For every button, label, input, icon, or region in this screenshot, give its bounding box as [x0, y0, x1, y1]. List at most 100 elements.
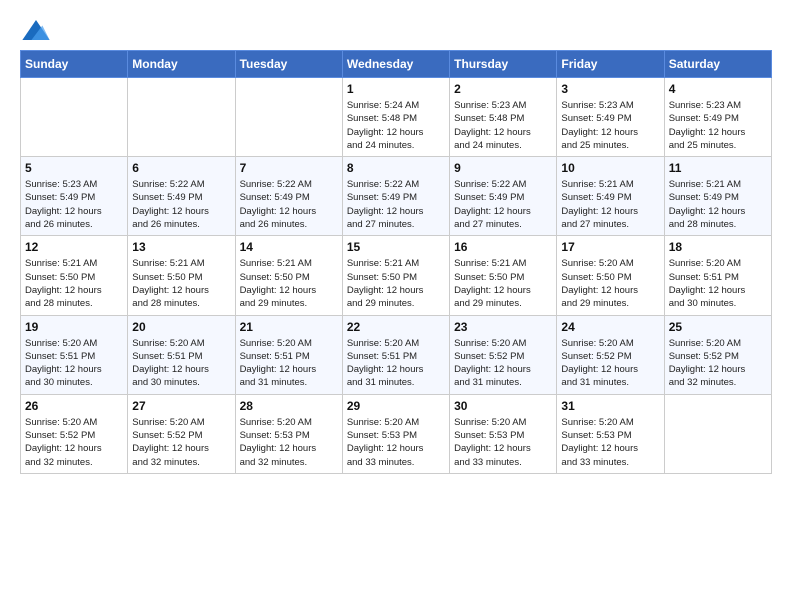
calendar-cell: 15Sunrise: 5:21 AM Sunset: 5:50 PM Dayli… [342, 236, 449, 315]
calendar-cell: 6 Sunrise: 5:22 AM Sunset: 5:49 PM Daylig… [128, 157, 235, 236]
day-info: Sunrise: 5:23 AM Sunset: 5:48 PM Dayligh… [454, 99, 552, 152]
calendar-cell: 27 Sunrise: 5:20 AM Sunset: 5:52 PM Dayli… [128, 394, 235, 473]
calendar-cell [21, 78, 128, 157]
day-number: 23 [454, 320, 552, 334]
calendar-cell: 7 Sunrise: 5:22 AM Sunset: 5:49 PM Daylig… [235, 157, 342, 236]
day-number: 10 [561, 161, 659, 175]
day-info: Sunrise: 5:22 AM Sunset: 5:49 PM Dayligh… [347, 178, 445, 231]
day-number: 16 [454, 240, 552, 254]
calendar-cell: 26Sunrise: 5:20 AM Sunset: 5:52 PM Dayli… [21, 394, 128, 473]
day-info: Sunrise: 5:20 AM Sunset: 5:53 PM Dayligh… [561, 416, 659, 469]
day-info: Sunrise: 5:21 AM Sunset: 5:49 PM Dayligh… [669, 178, 767, 231]
calendar-cell: 11Sunrise: 5:21 AM Sunset: 5:49 PM Dayli… [664, 157, 771, 236]
day-number: 7 [240, 161, 338, 175]
calendar-cell: 30Sunrise: 5:20 AM Sunset: 5:53 PM Dayli… [450, 394, 557, 473]
calendar-cell: 17 Sunrise: 5:20 AM Sunset: 5:50 PM Dayli… [557, 236, 664, 315]
calendar-cell [128, 78, 235, 157]
calendar-header-row: SundayMondayTuesdayWednesdayThursdayFrid… [21, 51, 772, 78]
calendar-cell: 29 Sunrise: 5:20 AM Sunset: 5:53 PM Dayli… [342, 394, 449, 473]
day-number: 3 [561, 82, 659, 96]
calendar-cell: 16Sunrise: 5:21 AM Sunset: 5:50 PM Dayli… [450, 236, 557, 315]
calendar-cell: 1 Sunrise: 5:24 AM Sunset: 5:48 PM Daylig… [342, 78, 449, 157]
day-number: 2 [454, 82, 552, 96]
calendar-cell: 13 Sunrise: 5:21 AM Sunset: 5:50 PM Dayli… [128, 236, 235, 315]
calendar-cell: 5Sunrise: 5:23 AM Sunset: 5:49 PM Daylig… [21, 157, 128, 236]
calendar-cell: 22 Sunrise: 5:20 AM Sunset: 5:51 PM Dayli… [342, 315, 449, 394]
day-number: 13 [132, 240, 230, 254]
day-info: Sunrise: 5:20 AM Sunset: 5:52 PM Dayligh… [561, 337, 659, 390]
logo-icon [22, 20, 50, 40]
calendar-cell: 10 Sunrise: 5:21 AM Sunset: 5:49 PM Dayli… [557, 157, 664, 236]
weekday-header: Monday [128, 51, 235, 78]
day-info: Sunrise: 5:20 AM Sunset: 5:53 PM Dayligh… [454, 416, 552, 469]
calendar-cell [235, 78, 342, 157]
day-info: Sunrise: 5:20 AM Sunset: 5:51 PM Dayligh… [132, 337, 230, 390]
calendar-cell: 8Sunrise: 5:22 AM Sunset: 5:49 PM Daylig… [342, 157, 449, 236]
calendar-cell: 18Sunrise: 5:20 AM Sunset: 5:51 PM Dayli… [664, 236, 771, 315]
logo [20, 20, 50, 40]
day-number: 24 [561, 320, 659, 334]
calendar-week-row: 1 Sunrise: 5:24 AM Sunset: 5:48 PM Daylig… [21, 78, 772, 157]
day-number: 9 [454, 161, 552, 175]
day-info: Sunrise: 5:20 AM Sunset: 5:50 PM Dayligh… [561, 257, 659, 310]
calendar-cell: 21Sunrise: 5:20 AM Sunset: 5:51 PM Dayli… [235, 315, 342, 394]
day-info: Sunrise: 5:20 AM Sunset: 5:52 PM Dayligh… [132, 416, 230, 469]
day-info: Sunrise: 5:20 AM Sunset: 5:52 PM Dayligh… [25, 416, 123, 469]
header [20, 20, 772, 40]
calendar-week-row: 12 Sunrise: 5:21 AM Sunset: 5:50 PM Dayli… [21, 236, 772, 315]
day-info: Sunrise: 5:20 AM Sunset: 5:51 PM Dayligh… [240, 337, 338, 390]
day-info: Sunrise: 5:23 AM Sunset: 5:49 PM Dayligh… [669, 99, 767, 152]
day-number: 1 [347, 82, 445, 96]
weekday-header: Thursday [450, 51, 557, 78]
day-info: Sunrise: 5:22 AM Sunset: 5:49 PM Dayligh… [132, 178, 230, 231]
day-number: 28 [240, 399, 338, 413]
weekday-header: Saturday [664, 51, 771, 78]
calendar-cell: 2 Sunrise: 5:23 AM Sunset: 5:48 PM Daylig… [450, 78, 557, 157]
calendar-cell: 23 Sunrise: 5:20 AM Sunset: 5:52 PM Dayli… [450, 315, 557, 394]
day-info: Sunrise: 5:20 AM Sunset: 5:51 PM Dayligh… [347, 337, 445, 390]
day-number: 14 [240, 240, 338, 254]
day-info: Sunrise: 5:24 AM Sunset: 5:48 PM Dayligh… [347, 99, 445, 152]
weekday-header: Sunday [21, 51, 128, 78]
day-info: Sunrise: 5:21 AM Sunset: 5:50 PM Dayligh… [132, 257, 230, 310]
day-number: 22 [347, 320, 445, 334]
calendar-cell: 25 Sunrise: 5:20 AM Sunset: 5:52 PM Dayli… [664, 315, 771, 394]
calendar-week-row: 19 Sunrise: 5:20 AM Sunset: 5:51 PM Dayli… [21, 315, 772, 394]
weekday-header: Friday [557, 51, 664, 78]
day-number: 31 [561, 399, 659, 413]
calendar-cell: 24 Sunrise: 5:20 AM Sunset: 5:52 PM Dayli… [557, 315, 664, 394]
calendar-cell: 28Sunrise: 5:20 AM Sunset: 5:53 PM Dayli… [235, 394, 342, 473]
day-info: Sunrise: 5:20 AM Sunset: 5:51 PM Dayligh… [25, 337, 123, 390]
calendar-cell: 19 Sunrise: 5:20 AM Sunset: 5:51 PM Dayli… [21, 315, 128, 394]
weekday-header: Tuesday [235, 51, 342, 78]
day-number: 20 [132, 320, 230, 334]
calendar-cell: 31 Sunrise: 5:20 AM Sunset: 5:53 PM Dayli… [557, 394, 664, 473]
day-info: Sunrise: 5:21 AM Sunset: 5:50 PM Dayligh… [240, 257, 338, 310]
calendar-cell: 3 Sunrise: 5:23 AM Sunset: 5:49 PM Daylig… [557, 78, 664, 157]
calendar-cell [664, 394, 771, 473]
day-info: Sunrise: 5:20 AM Sunset: 5:52 PM Dayligh… [669, 337, 767, 390]
day-number: 19 [25, 320, 123, 334]
day-info: Sunrise: 5:20 AM Sunset: 5:52 PM Dayligh… [454, 337, 552, 390]
calendar-cell: 14 Sunrise: 5:21 AM Sunset: 5:50 PM Dayli… [235, 236, 342, 315]
day-info: Sunrise: 5:23 AM Sunset: 5:49 PM Dayligh… [25, 178, 123, 231]
day-number: 18 [669, 240, 767, 254]
day-info: Sunrise: 5:23 AM Sunset: 5:49 PM Dayligh… [561, 99, 659, 152]
calendar-cell: 4Sunrise: 5:23 AM Sunset: 5:49 PM Daylig… [664, 78, 771, 157]
day-number: 29 [347, 399, 445, 413]
day-info: Sunrise: 5:22 AM Sunset: 5:49 PM Dayligh… [454, 178, 552, 231]
weekday-header: Wednesday [342, 51, 449, 78]
day-number: 6 [132, 161, 230, 175]
calendar-week-row: 26Sunrise: 5:20 AM Sunset: 5:52 PM Dayli… [21, 394, 772, 473]
day-number: 17 [561, 240, 659, 254]
calendar-cell: 20 Sunrise: 5:20 AM Sunset: 5:51 PM Dayli… [128, 315, 235, 394]
day-number: 15 [347, 240, 445, 254]
day-info: Sunrise: 5:21 AM Sunset: 5:49 PM Dayligh… [561, 178, 659, 231]
calendar-cell: 12Sunrise: 5:21 AM Sunset: 5:50 PM Dayli… [21, 236, 128, 315]
logo-text [20, 20, 50, 40]
day-number: 27 [132, 399, 230, 413]
day-number: 25 [669, 320, 767, 334]
day-info: Sunrise: 5:22 AM Sunset: 5:49 PM Dayligh… [240, 178, 338, 231]
day-info: Sunrise: 5:20 AM Sunset: 5:53 PM Dayligh… [347, 416, 445, 469]
day-number: 12 [25, 240, 123, 254]
